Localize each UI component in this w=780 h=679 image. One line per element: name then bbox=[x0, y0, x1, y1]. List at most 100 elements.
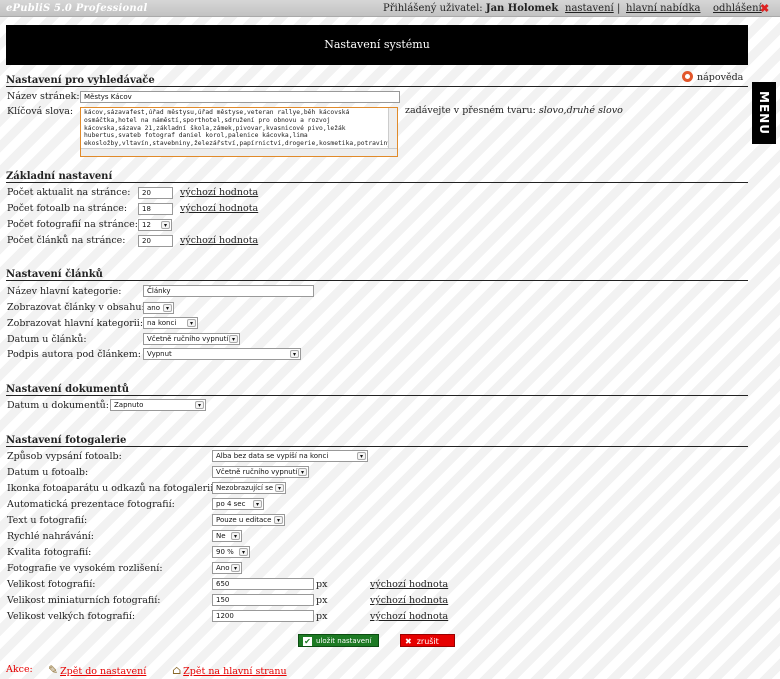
thumb-size-input[interactable]: 150 bbox=[212, 594, 314, 606]
settings-link[interactable]: nastavení bbox=[565, 0, 614, 17]
save-button[interactable]: ✔ uložit nastavení bbox=[298, 634, 379, 647]
back-to-settings-link[interactable]: Zpět do nastavení bbox=[60, 666, 146, 677]
album-listing-select[interactable]: Alba bez data se vypíší na konci ▾ bbox=[212, 450, 368, 462]
large-size-unit: px bbox=[316, 611, 328, 622]
back-to-settings-action[interactable]: ✎ Zpět do nastavení bbox=[48, 663, 146, 677]
chevron-down-icon: ▾ bbox=[229, 335, 238, 343]
albums-count-default-link[interactable]: výchozí hodnota bbox=[180, 203, 258, 214]
back-to-home-action[interactable]: ⌂ Zpět na hlavní stranu bbox=[172, 663, 287, 677]
article-date-label: Datum u článků: bbox=[7, 334, 87, 345]
vertical-scrollbar[interactable] bbox=[388, 108, 397, 148]
chevron-down-icon: ▾ bbox=[231, 564, 240, 572]
thumb-size-default-link[interactable]: výchozí hodnota bbox=[370, 595, 448, 606]
home-icon: ⌂ bbox=[172, 663, 182, 677]
chevron-down-icon: ▾ bbox=[357, 452, 366, 460]
articles-count-input[interactable]: 20 bbox=[138, 235, 173, 247]
slideshow-select[interactable]: po 4 sec ▾ bbox=[212, 498, 264, 510]
keywords-label: Klíčová slova: bbox=[7, 106, 74, 117]
photos-count-label: Počet fotografií na stránce: bbox=[7, 219, 138, 230]
photo-size-unit: px bbox=[316, 579, 328, 590]
keywords-hint: zadávejte v přesném tvaru: slovo,druhé s… bbox=[405, 105, 623, 116]
photo-size-default-link[interactable]: výchozí hodnota bbox=[370, 579, 448, 590]
main-menu-link[interactable]: hlavní nabídka bbox=[626, 0, 701, 17]
section-title-basic: Základní nastavení bbox=[6, 171, 748, 183]
close-icon: ✖ bbox=[405, 637, 412, 646]
photo-size-input[interactable]: 650 bbox=[212, 578, 314, 590]
chevron-down-icon: ▾ bbox=[253, 500, 262, 508]
cancel-button[interactable]: ✖ zrušit bbox=[400, 634, 455, 647]
photo-text-select[interactable]: Pouze u editace ▾ bbox=[212, 514, 285, 526]
chevron-down-icon: ▾ bbox=[195, 401, 204, 409]
main-category-input[interactable]: Články bbox=[143, 285, 314, 297]
high-res-label: Fotografie ve vysokém rozlišení: bbox=[7, 563, 163, 574]
help-link[interactable]: nápověda bbox=[682, 71, 743, 83]
main-category-label: Název hlavní kategorie: bbox=[7, 286, 122, 297]
author-signature-label: Podpis autora pod článkem: bbox=[7, 349, 141, 360]
chevron-down-icon: ▾ bbox=[239, 548, 248, 556]
albums-count-input[interactable]: 18 bbox=[138, 203, 173, 215]
actions-label: Akce: bbox=[6, 664, 33, 675]
thumb-size-unit: px bbox=[316, 595, 328, 606]
news-count-label: Počet aktualit na stránce: bbox=[7, 187, 131, 198]
photo-size-label: Velikost fotografií: bbox=[7, 579, 96, 590]
logout-icon[interactable]: ✖ bbox=[760, 3, 771, 14]
checkmark-icon: ✔ bbox=[303, 637, 312, 646]
thumb-size-label: Velikost miniaturních fotografií: bbox=[7, 595, 161, 606]
logged-user: Přihlášený uživatel: Jan Holomek bbox=[383, 3, 559, 14]
section-title-search: Nastavení pro vyhledávače bbox=[6, 75, 748, 87]
show-in-content-select[interactable]: ano ▾ bbox=[143, 302, 174, 314]
fast-upload-label: Rychlé nahrávání: bbox=[7, 531, 94, 542]
section-title-documents: Nastavení dokumentů bbox=[6, 384, 748, 396]
document-date-label: Datum u dokumentů: bbox=[7, 400, 109, 411]
back-to-home-link[interactable]: Zpět na hlavní stranu bbox=[183, 666, 286, 677]
show-main-category-select[interactable]: na konci ▾ bbox=[143, 317, 198, 329]
show-in-content-label: Zobrazovat články v obsahu: bbox=[7, 302, 145, 313]
photos-count-select[interactable]: 12 ▾ bbox=[138, 219, 172, 231]
high-res-select[interactable]: Ano ▾ bbox=[212, 562, 242, 574]
chevron-down-icon: ▾ bbox=[161, 221, 170, 229]
albums-count-label: Počet fotoalb na stránce: bbox=[7, 203, 128, 214]
news-count-input[interactable]: 20 bbox=[138, 187, 173, 199]
articles-count-label: Počet článků na stránce: bbox=[7, 235, 126, 246]
logout-link[interactable]: odhlášení bbox=[713, 0, 762, 17]
app-brand: ePubliS 5.0 Professional bbox=[6, 3, 148, 14]
top-bar: ePubliS 5.0 Professional Přihlášený uživ… bbox=[0, 0, 780, 17]
slideshow-label: Automatická prezentace fotografií: bbox=[7, 499, 175, 510]
article-date-select[interactable]: Včetně ručního vypnutí ▾ bbox=[143, 333, 240, 345]
news-count-default-link[interactable]: výchozí hodnota bbox=[180, 187, 258, 198]
photo-text-label: Text u fotografií: bbox=[7, 515, 88, 526]
chevron-down-icon: ▾ bbox=[275, 484, 284, 492]
fast-upload-select[interactable]: Ne ▾ bbox=[212, 530, 242, 542]
large-size-input[interactable]: 1200 bbox=[212, 610, 314, 622]
page-name-input[interactable]: Městys Kácov bbox=[80, 91, 400, 103]
chevron-down-icon: ▾ bbox=[231, 532, 240, 540]
link-separator: | bbox=[617, 3, 621, 14]
menu-tab[interactable]: MENU bbox=[752, 82, 776, 144]
chevron-down-icon: ▾ bbox=[187, 319, 196, 327]
show-main-category-label: Zobrazovat hlavní kategorii: bbox=[7, 318, 144, 329]
album-date-label: Datum u fotoalb: bbox=[7, 467, 89, 478]
section-title-articles: Nastavení článků bbox=[6, 269, 748, 281]
chevron-down-icon: ▾ bbox=[298, 468, 307, 476]
section-title-gallery: Nastavení fotogalerie bbox=[6, 435, 748, 447]
photo-quality-label: Kvalita fotografií: bbox=[7, 547, 92, 558]
user-name: Jan Holomek bbox=[485, 3, 559, 14]
large-size-default-link[interactable]: výchozí hodnota bbox=[370, 611, 448, 622]
chevron-down-icon: ▾ bbox=[290, 350, 299, 358]
horizontal-scrollbar[interactable] bbox=[81, 148, 397, 156]
photo-quality-select[interactable]: 90 % ▾ bbox=[212, 546, 250, 558]
chevron-down-icon: ▾ bbox=[163, 304, 172, 312]
document-date-select[interactable]: Zapnuto ▾ bbox=[110, 399, 206, 411]
album-date-select[interactable]: Včetně ručního vypnutí ▾ bbox=[212, 466, 309, 478]
chevron-down-icon: ▾ bbox=[274, 516, 283, 524]
page-name-label: Název stránek: bbox=[7, 91, 80, 102]
articles-count-default-link[interactable]: výchozí hodnota bbox=[180, 235, 258, 246]
camera-icon-select[interactable]: Nezobrazující se ▾ bbox=[212, 482, 286, 494]
author-signature-select[interactable]: Vypnut ▾ bbox=[143, 348, 301, 360]
large-size-label: Velikost velkých fotografií: bbox=[7, 611, 136, 622]
keywords-text: kácov,sázavafest,úřad městysu,úřad městy… bbox=[84, 109, 392, 148]
album-listing-label: Způsob vypsání fotoalb: bbox=[7, 451, 122, 462]
wrench-icon: ✎ bbox=[48, 663, 59, 677]
camera-icon-label: Ikonka fotoaparátu u odkazů na fotogaler… bbox=[7, 483, 217, 494]
keywords-textarea[interactable]: kácov,sázavafest,úřad městysu,úřad městy… bbox=[80, 107, 398, 157]
